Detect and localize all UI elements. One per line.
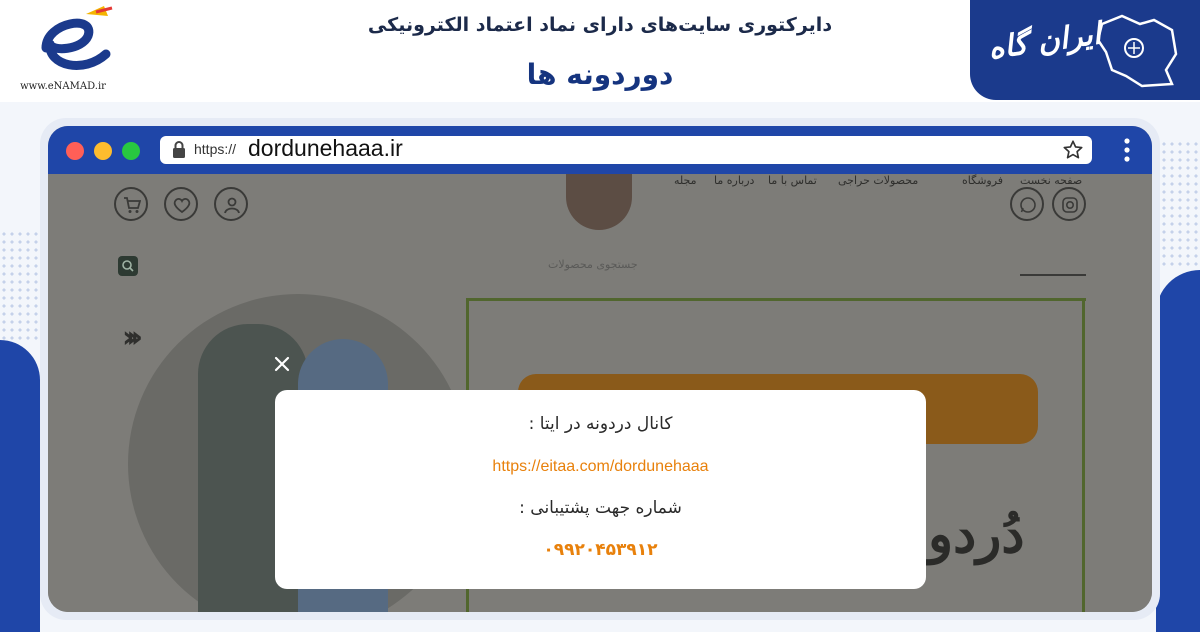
nav-active-indicator (1020, 274, 1086, 276)
support-phone-number[interactable]: ۰۹۹۲۰۴۵۳۹۱۲ (275, 540, 926, 560)
window-close-dot[interactable] (66, 142, 84, 160)
website-page: جستجوی محصولات صفحه نخست فروشگاه محصولات… (48, 174, 1152, 612)
product-search-input[interactable]: جستجوی محصولات (548, 258, 638, 271)
cart-button[interactable] (114, 187, 148, 221)
hero-frame-edge (1082, 298, 1085, 612)
search-button[interactable] (118, 256, 138, 276)
site-banner: www.eNAMAD.ir دایرکتوری سایت‌های دارای ن… (0, 0, 1200, 102)
window-maximize-dot[interactable] (122, 142, 140, 160)
enamad-logo[interactable]: www.eNAMAD.ir (8, 4, 118, 96)
url-domain: dordunehaaa.ir (248, 135, 403, 161)
nav-magazine[interactable]: مجله (674, 174, 697, 187)
whatsapp-icon (1020, 197, 1036, 213)
user-icon (224, 197, 240, 214)
instagram-button[interactable] (1052, 187, 1086, 221)
shop-title: دوردونه ها (526, 58, 674, 91)
nav-sale-products[interactable]: محصولات حراجی (838, 174, 918, 187)
support-phone-label: شماره جهت پشتیبانی : (519, 498, 682, 518)
browser-window: https:// dordunehaaa.ir جستجوی محصولات ص… (48, 126, 1152, 612)
site-logo[interactable] (566, 174, 632, 230)
decorative-dots-left (0, 230, 44, 340)
browser-menu-icon[interactable] (1124, 138, 1130, 162)
nav-about[interactable]: درباره ما (714, 174, 754, 187)
info-modal: کانال دردونه در ایتا : https://eitaa.com… (275, 390, 926, 589)
nav-contact[interactable]: تماس با ما (768, 174, 817, 187)
browser-frame: https:// dordunehaaa.ir جستجوی محصولات ص… (40, 118, 1160, 620)
nav-home[interactable]: صفحه نخست (1020, 174, 1082, 187)
nav-shop[interactable]: فروشگاه (962, 174, 1003, 187)
iran-map-icon (1096, 14, 1178, 88)
directory-subtitle: دایرکتوری سایت‌های دارای نماد اعتماد الک… (367, 14, 833, 36)
window-minimize-dot[interactable] (94, 142, 112, 160)
heart-icon (173, 198, 191, 214)
lock-icon (173, 141, 185, 158)
address-bar[interactable]: https:// dordunehaaa.ir (160, 135, 1092, 164)
irangah-logo-text: ایران گاه (986, 16, 1104, 67)
browser-titlebar: https:// dordunehaaa.ir (48, 126, 1152, 174)
cart-icon (124, 197, 141, 213)
url-protocol: https:// (194, 141, 237, 157)
wishlist-button[interactable] (164, 187, 198, 221)
search-icon (122, 260, 134, 272)
hero-script-text: دُردو (928, 504, 1025, 565)
close-icon[interactable] (272, 354, 292, 374)
account-button[interactable] (214, 187, 248, 221)
decorative-shape-right (1156, 270, 1200, 632)
whatsapp-button[interactable] (1010, 187, 1044, 221)
irangah-badge[interactable]: ایران گاه (970, 0, 1200, 100)
instagram-icon (1062, 197, 1078, 213)
eitaa-channel-link[interactable]: https://eitaa.com/dordunehaaa (275, 458, 926, 476)
decorative-shape-left (0, 340, 40, 632)
bookmark-star-icon[interactable] (1062, 139, 1084, 161)
enamad-url-text: www.eNAMAD.ir (20, 81, 106, 92)
double-chevron-icon[interactable]: ››› (122, 320, 143, 355)
enamad-e-icon (41, 6, 113, 70)
eitaa-channel-label: کانال دردونه در ایتا : (528, 414, 673, 434)
